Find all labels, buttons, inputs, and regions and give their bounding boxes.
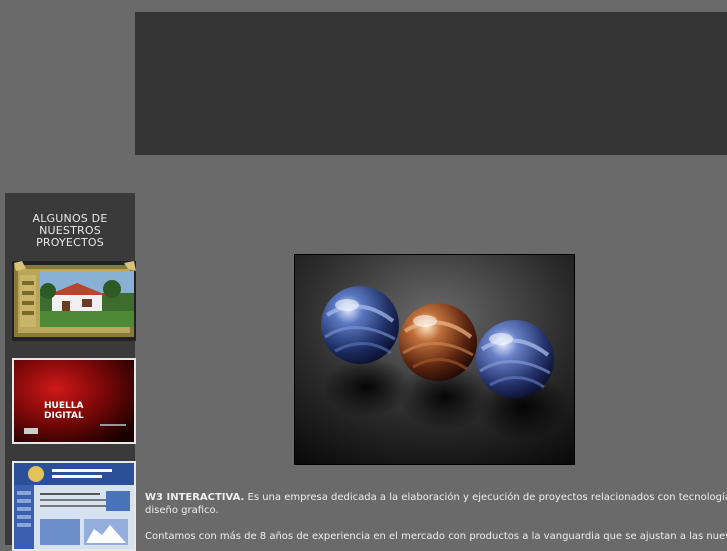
- project-thumbnail-blue-website[interactable]: [12, 461, 136, 551]
- intro-text: W3 INTERACTIVA. Es una empresa dedicada …: [145, 491, 727, 543]
- hero-image-glass-spheres: [294, 254, 575, 465]
- sidebar-title: ALGUNOS DE NUESTROS PROYECTOS: [5, 213, 135, 249]
- header-banner: [135, 12, 727, 155]
- company-name: W3 INTERACTIVA.: [145, 492, 245, 503]
- project-thumbnail-rustic-house[interactable]: [12, 261, 136, 341]
- intro-paragraph-1-text: Es una empresa dedicada a la elaboración…: [244, 492, 727, 503]
- intro-paragraph-1: W3 INTERACTIVA. Es una empresa dedicada …: [145, 491, 727, 504]
- intro-paragraph-2: Contamos con más de 8 años de experienci…: [145, 531, 727, 542]
- huella-logo-line-1: HUELLA: [44, 401, 83, 411]
- projects-sidebar: ALGUNOS DE NUESTROS PROYECTOS HUELLA DIG…: [5, 193, 136, 551]
- huella-logo-line-2: DIGITAL: [44, 411, 84, 421]
- intro-paragraph-1-line-2: diseño grafico.: [145, 505, 219, 516]
- project-thumbnail-huella-digital[interactable]: HUELLA DIGITAL: [12, 358, 136, 444]
- sidebar-title-line-3: PROYECTOS: [36, 236, 104, 249]
